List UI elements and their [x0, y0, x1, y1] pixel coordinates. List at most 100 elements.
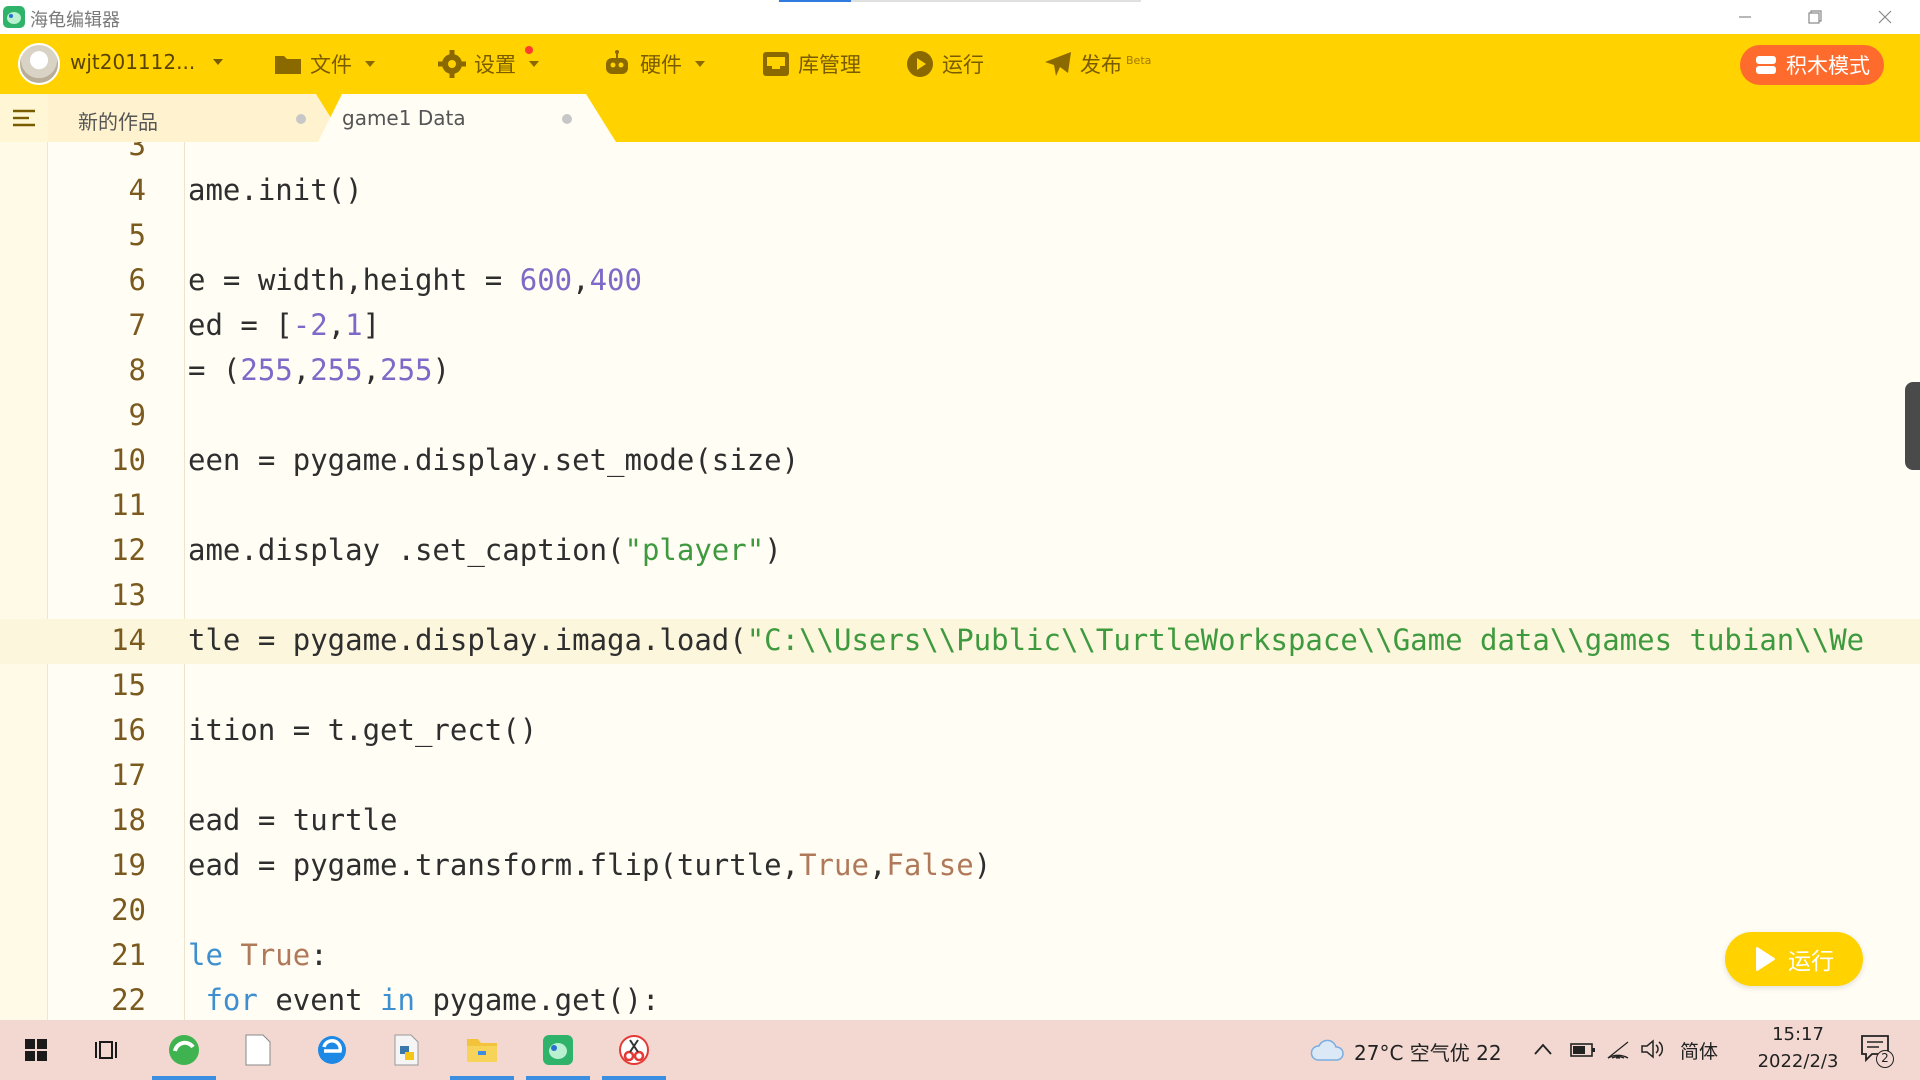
file-menu-label: 文件: [310, 53, 352, 77]
code-line[interactable]: 20: [0, 889, 1920, 934]
hardware-menu-label: 硬件: [640, 53, 682, 77]
ime-indicator[interactable]: 简体: [1680, 1037, 1718, 1064]
code-line[interactable]: 17: [0, 754, 1920, 799]
code-line[interactable]: 21 le True:: [0, 934, 1920, 979]
code-line[interactable]: 19 ead = pygame.transform.flip(turtle,Tru…: [0, 844, 1920, 889]
line-number: 5: [128, 218, 146, 252]
task-view-icon: [95, 1041, 117, 1059]
browser-360-icon: [169, 1035, 199, 1065]
paper-plane-icon: [1045, 52, 1071, 76]
tab-new-work[interactable]: 新的作品: [48, 94, 348, 142]
line-number: 20: [111, 893, 146, 927]
blocks-icon: [1756, 56, 1776, 74]
code-line[interactable]: 10 een = pygame.display.set_mode(size): [0, 439, 1920, 484]
notification-center-button[interactable]: 2: [1856, 1028, 1896, 1072]
play-icon: [1756, 947, 1775, 971]
taskbar-file-explorer[interactable]: [446, 1020, 518, 1080]
minimize-button[interactable]: [1710, 0, 1780, 34]
toolbar-run-button[interactable]: 运行: [906, 44, 984, 84]
file-menu[interactable]: 文件: [274, 44, 376, 84]
block-mode-button[interactable]: 积木模式: [1740, 45, 1884, 85]
clock-time[interactable]: 15:17: [1748, 1024, 1848, 1045]
line-number: 3: [128, 142, 146, 162]
publish-button[interactable]: 发布 Beta: [1044, 44, 1151, 84]
line-number: 17: [111, 758, 146, 792]
loading-progress: [779, 0, 1141, 2]
code-text[interactable]: een = pygame.display.set_mode(size): [188, 443, 799, 477]
tab-game1-data[interactable]: game1 Data: [318, 94, 618, 142]
chevron-down-icon: [529, 61, 539, 67]
start-button[interactable]: [0, 1020, 72, 1080]
line-number: 10: [111, 443, 146, 477]
task-view-button[interactable]: [72, 1020, 144, 1080]
code-text[interactable]: = (255,255,255): [188, 353, 450, 387]
line-number: 21: [111, 938, 146, 972]
code-text[interactable]: ame.init(): [188, 173, 363, 207]
close-icon: [1878, 10, 1892, 24]
code-text[interactable]: le True:: [188, 938, 328, 972]
code-line[interactable]: 18 ead = turtle: [0, 799, 1920, 844]
code-line[interactable]: 15: [0, 664, 1920, 709]
code-line[interactable]: 11: [0, 484, 1920, 529]
code-text[interactable]: ed = [-2,1]: [188, 308, 380, 342]
app-window: 海龟编辑器 wjt201112... 文件 设置 硬件 库管理 运行 发布 Be…: [0, 0, 1920, 1080]
code-line[interactable]: 6 e = width,height = 600,400: [0, 259, 1920, 304]
username[interactable]: wjt201112...: [70, 50, 195, 74]
code-text[interactable]: for event in pygame.get():: [188, 983, 659, 1017]
avatar[interactable]: [18, 43, 60, 85]
code-text[interactable]: e = width,height = 600,400: [188, 263, 642, 297]
taskbar-python-editor[interactable]: [370, 1020, 442, 1080]
scrollbar-thumb[interactable]: [1905, 382, 1920, 470]
library-manager-label: 库管理: [798, 53, 861, 77]
library-manager-button[interactable]: 库管理: [762, 44, 861, 84]
code-text[interactable]: ead = turtle: [188, 803, 398, 837]
code-text[interactable]: tle = pygame.display.imaga.load("C:\\Use…: [188, 623, 1864, 657]
line-number: 22: [111, 983, 146, 1017]
clock-date[interactable]: 2022/2/3: [1733, 1051, 1863, 1072]
code-line[interactable]: 8 = (255,255,255): [0, 349, 1920, 394]
chevron-down-icon: [365, 61, 375, 67]
line-number: 16: [111, 713, 146, 747]
restore-icon: [1808, 10, 1822, 24]
archive-icon: [763, 52, 789, 76]
line-number: 15: [111, 668, 146, 702]
taskbar-snipping-tool[interactable]: [598, 1020, 670, 1080]
code-text[interactable]: ead = pygame.transform.flip(turtle,True,…: [188, 848, 991, 882]
block-mode-label: 积木模式: [1786, 54, 1870, 78]
line-number: 11: [111, 488, 146, 522]
taskbar-browser-360[interactable]: [148, 1020, 220, 1080]
code-line[interactable]: 14 tle = pygame.display.imaga.load("C:\\U…: [0, 619, 1920, 664]
code-line[interactable]: 13: [0, 574, 1920, 619]
code-text[interactable]: ame.display .set_caption("player"): [188, 533, 782, 567]
restore-button[interactable]: [1780, 0, 1850, 34]
code-line[interactable]: 4 ame.init(): [0, 169, 1920, 214]
battery-icon[interactable]: [1570, 1042, 1596, 1058]
wifi-icon[interactable]: [1606, 1038, 1630, 1060]
code-line[interactable]: 16 ition = t.get_rect(): [0, 709, 1920, 754]
code-line[interactable]: 12 ame.display .set_caption("player"): [0, 529, 1920, 574]
chevron-up-icon[interactable]: [1534, 1042, 1552, 1056]
taskbar-turtle-editor[interactable]: [522, 1020, 594, 1080]
turtle-logo-icon: [543, 1035, 573, 1065]
floating-run-button[interactable]: 运行: [1725, 932, 1863, 986]
turtle-logo-icon: [3, 6, 25, 28]
code-line[interactable]: 5: [0, 214, 1920, 259]
speaker-icon[interactable]: [1640, 1038, 1664, 1060]
editor-tab-bar: 新的作品 game1 Data: [0, 94, 1920, 142]
hardware-menu[interactable]: 硬件: [602, 44, 706, 84]
window-title: 海龟编辑器: [30, 10, 120, 31]
line-number: 14: [111, 623, 146, 657]
chevron-down-icon[interactable]: [212, 58, 224, 66]
taskbar-ie[interactable]: [296, 1020, 368, 1080]
close-button[interactable]: [1850, 0, 1920, 34]
weather-status[interactable]: 27°C 空气优 22: [1354, 1037, 1502, 1066]
sidebar-toggle-button[interactable]: [0, 94, 48, 142]
code-text[interactable]: ition = t.get_rect(): [188, 713, 537, 747]
code-line[interactable]: 3: [0, 142, 1920, 169]
code-line[interactable]: 7 ed = [-2,1]: [0, 304, 1920, 349]
code-editor[interactable]: 3 4 ame.init() 5 6 e = width,height = 600,400…: [0, 142, 1920, 1020]
beta-badge: Beta: [1126, 53, 1152, 67]
taskbar-notepad[interactable]: [222, 1020, 294, 1080]
code-line[interactable]: 22 for event in pygame.get():: [0, 979, 1920, 1020]
code-line[interactable]: 9: [0, 394, 1920, 439]
